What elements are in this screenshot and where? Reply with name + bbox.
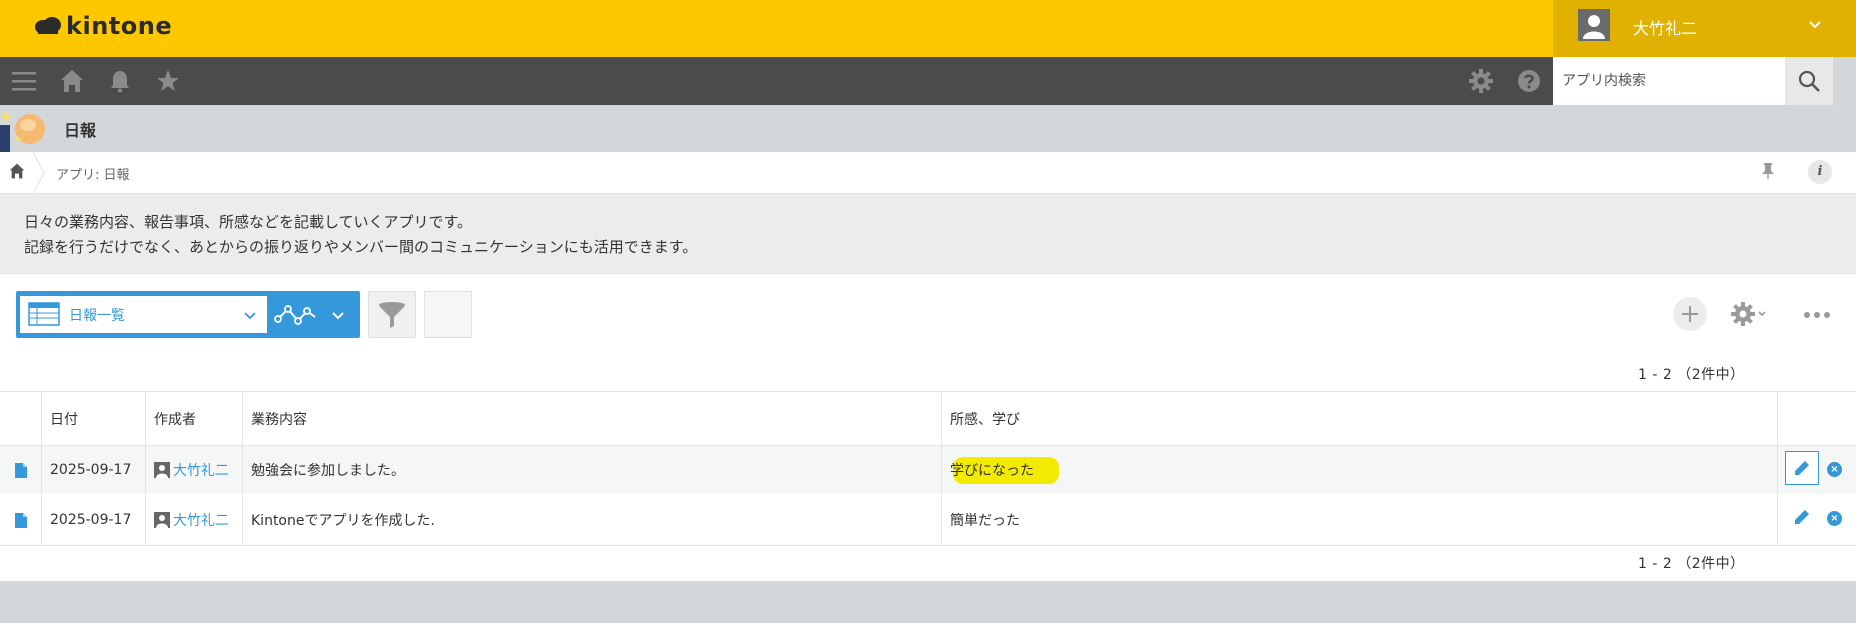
pencil-icon xyxy=(1795,510,1809,524)
search-input[interactable] xyxy=(1553,57,1785,105)
close-circle-icon[interactable]: × xyxy=(1827,462,1842,477)
view-dropdown[interactable] xyxy=(20,296,267,333)
records-table: 日付 作成者 業務内容 所感、学び 2025-09-17 大竹礼二 勉強会に参加… xyxy=(0,391,1856,546)
info-icon[interactable]: i xyxy=(1808,160,1832,184)
view-name: 日報一覧 xyxy=(69,308,125,324)
logo-text: kintone xyxy=(66,12,173,40)
user-name: 大竹礼二 xyxy=(1633,19,1698,38)
pin-icon[interactable] xyxy=(1760,162,1776,180)
add-record-button[interactable] xyxy=(1673,297,1707,331)
home-icon[interactable] xyxy=(60,69,84,93)
edit-button[interactable] xyxy=(1785,451,1819,485)
cell-date: 2025-09-17 xyxy=(42,446,146,494)
cell-actions: × xyxy=(1778,495,1856,545)
page-footer-area xyxy=(0,581,1856,623)
cell-notes: 学びになった xyxy=(942,446,1778,494)
graph-icon[interactable] xyxy=(274,299,318,331)
cell-author: 大竹礼二 xyxy=(146,495,243,545)
search-icon xyxy=(1798,70,1820,92)
description-line-2: 記録を行うだけでなく、あとからの振り返りやメンバー間のコミュニケーションにも活用… xyxy=(24,238,698,256)
header-cell-date[interactable]: 日付 xyxy=(42,392,146,445)
description-line-1: 日々の業務内容、報告事項、所感などを記載していくアプリです。 xyxy=(24,213,473,231)
header-cell-actions xyxy=(1778,392,1856,445)
author-name: 大竹礼二 xyxy=(173,513,229,529)
star-icon[interactable] xyxy=(156,69,180,93)
header-cell-work[interactable]: 業務内容 xyxy=(243,392,942,445)
pagination-top: 1 - 2 （2件中） xyxy=(1638,367,1745,383)
cell-actions: × xyxy=(1778,446,1856,494)
breadcrumb-app[interactable]: アプリ: 日報 xyxy=(56,164,130,183)
user-icon xyxy=(154,512,170,528)
table-row: 2025-09-17 大竹礼二 勉強会に参加しました。 学びになった × xyxy=(0,446,1856,495)
edit-button[interactable] xyxy=(1785,500,1819,534)
search-button[interactable] xyxy=(1785,57,1833,105)
search-spacer xyxy=(1833,57,1856,105)
more-options-icon[interactable] xyxy=(1803,311,1831,319)
user-menu[interactable]: 大竹礼二 xyxy=(1553,0,1856,57)
table-view-icon xyxy=(28,302,60,326)
pencil-icon xyxy=(1795,461,1809,475)
header-cell-notes[interactable]: 所感、学び xyxy=(942,392,1778,445)
cell-work: Kintoneでアプリを作成した. xyxy=(243,495,942,545)
chevron-down-icon[interactable] xyxy=(331,309,345,323)
breadcrumb-separator-icon xyxy=(32,152,45,194)
avatar xyxy=(1578,9,1610,41)
cell-author: 大竹礼二 xyxy=(146,446,243,494)
app-title-bar xyxy=(0,105,1856,152)
document-icon xyxy=(14,512,27,528)
author-name: 大竹礼二 xyxy=(173,463,229,479)
menu-icon[interactable] xyxy=(12,69,36,93)
pagination-bottom: 1 - 2 （2件中） xyxy=(1638,556,1745,572)
app-icon[interactable] xyxy=(0,105,48,152)
funnel-icon xyxy=(379,301,405,328)
close-circle-icon[interactable]: × xyxy=(1827,511,1842,526)
notes-text: 学びになった xyxy=(950,463,1034,479)
home-icon[interactable] xyxy=(9,163,25,179)
table-header-row: 日付 作成者 業務内容 所感、学び xyxy=(0,392,1856,446)
author-link[interactable]: 大竹礼二 xyxy=(154,460,229,480)
app-description: 日々の業務内容、報告事項、所感などを記載していくアプリです。 記録を行うだけでな… xyxy=(0,194,1856,274)
record-detail-link[interactable] xyxy=(0,495,42,545)
chevron-down-icon xyxy=(244,312,256,320)
kintone-logo[interactable]: kintone xyxy=(34,12,172,40)
filter-button[interactable] xyxy=(368,291,416,338)
table-row: 2025-09-17 大竹礼二 Kintoneでアプリを作成した. 簡単だった … xyxy=(0,495,1856,545)
help-icon[interactable] xyxy=(1517,69,1541,93)
record-detail-link[interactable] xyxy=(0,446,42,494)
app-settings-gear-icon[interactable] xyxy=(1729,301,1769,327)
cell-work: 勉強会に参加しました。 xyxy=(243,446,942,494)
chevron-down-icon xyxy=(1809,21,1821,29)
document-icon xyxy=(14,462,27,478)
user-icon xyxy=(154,462,170,478)
gear-icon[interactable] xyxy=(1469,69,1493,93)
cell-notes: 簡単だった xyxy=(942,495,1778,545)
plus-icon xyxy=(1682,306,1698,322)
author-link[interactable]: 大竹礼二 xyxy=(154,510,229,530)
cell-date: 2025-09-17 xyxy=(42,495,146,545)
header-cell-icon xyxy=(0,392,42,445)
page-title: 日報 xyxy=(64,121,97,140)
header-cell-author[interactable]: 作成者 xyxy=(146,392,243,445)
extra-button[interactable] xyxy=(424,291,472,338)
bell-icon[interactable] xyxy=(108,69,132,93)
cloud-logo-icon xyxy=(35,17,61,34)
breadcrumb xyxy=(0,152,1856,194)
